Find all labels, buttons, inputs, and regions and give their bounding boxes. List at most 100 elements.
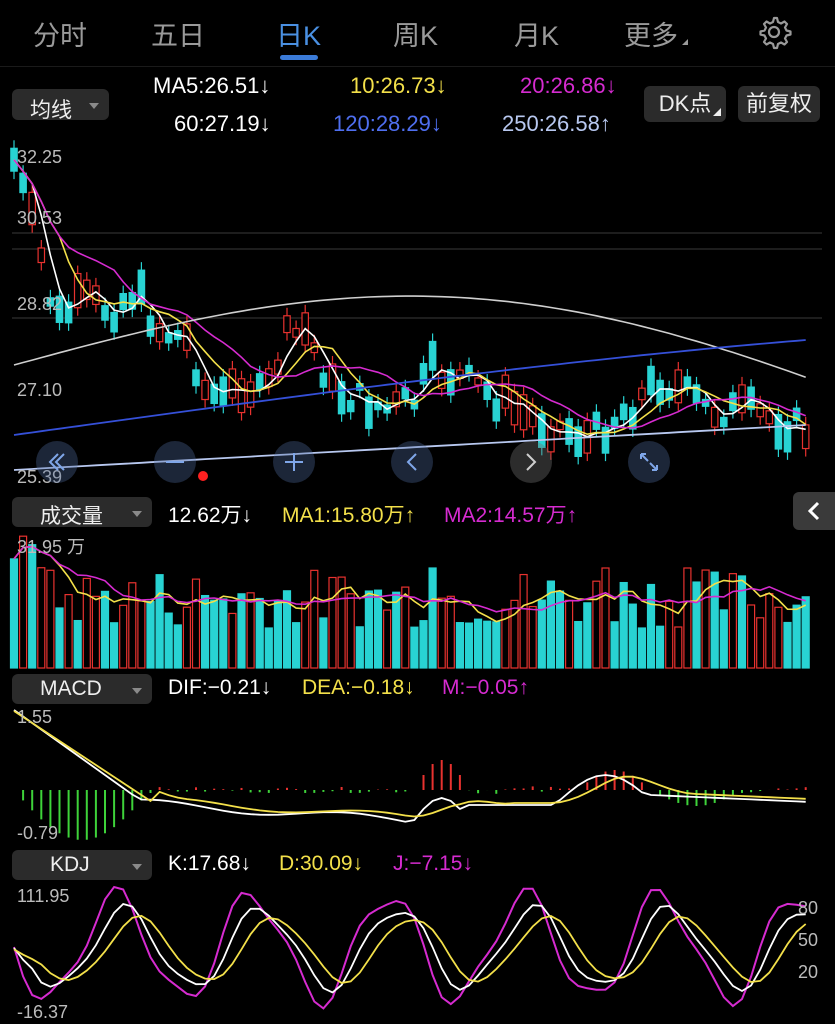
pan-left-icon[interactable] — [391, 441, 433, 483]
collapse-left-icon[interactable] — [793, 492, 835, 530]
price-axis-l3: 28.82 — [17, 294, 63, 314]
price-axis-l2: 30.53 — [17, 208, 63, 228]
chevron-down-icon — [89, 103, 99, 109]
pan-right-icon[interactable] — [510, 441, 552, 483]
candle-body — [765, 410, 774, 425]
volume-bar — [756, 617, 765, 669]
volume-bar — [510, 599, 519, 669]
candle-body — [255, 373, 264, 391]
zoom-out-icon[interactable] — [154, 441, 196, 483]
candle-body — [674, 369, 683, 404]
kline-chart[interactable] — [0, 140, 835, 490]
kdj-d: D:30.09↓ — [279, 852, 364, 875]
fullscreen-icon[interactable] — [628, 441, 670, 483]
volume-bar — [719, 609, 728, 669]
volume-bar — [774, 606, 783, 669]
candle-body — [492, 398, 501, 422]
tab-weekly-k[interactable]: 周K — [393, 14, 438, 53]
macd-dif: DIF:−0.21↓ — [168, 676, 272, 699]
zoom-in-icon[interactable] — [273, 441, 315, 483]
volume-bar — [665, 600, 674, 669]
kdj-ref-50: 50 — [798, 930, 819, 950]
gear-icon[interactable] — [756, 14, 792, 50]
candle-body — [619, 403, 628, 421]
volume-bar — [201, 594, 210, 669]
forward-adjust-button[interactable]: 前复权 — [738, 86, 820, 122]
volume-bar — [182, 606, 191, 669]
volume-selector-label: 成交量 — [40, 505, 103, 528]
macd-selector[interactable]: MACD — [12, 674, 152, 704]
price-axis-top: 32.25 — [17, 147, 63, 167]
volume-bar — [728, 573, 738, 669]
period-tabs: 分时 五日 日K 周K 月K 更多 — [0, 0, 835, 66]
macd-m: M:−0.05↑ — [442, 676, 529, 699]
indicator-dot — [198, 471, 208, 481]
volume-bar — [801, 596, 810, 669]
volume-bar — [255, 597, 264, 669]
volume-bar — [28, 544, 37, 669]
candle-body — [474, 377, 482, 386]
tab-intraday[interactable]: 分时 — [33, 14, 87, 53]
candle-body — [710, 406, 719, 428]
volume-bar — [346, 593, 355, 669]
ma5-value: MA5:26.51↓ — [153, 73, 271, 98]
volume-bar — [210, 599, 219, 669]
volume-bar — [710, 571, 719, 669]
volume-bar — [464, 622, 474, 669]
volume-bar — [46, 569, 55, 669]
volume-bar — [128, 582, 137, 669]
volume-bar — [483, 620, 492, 669]
volume-bar — [628, 603, 637, 669]
volume-bar — [410, 626, 419, 669]
tab-more[interactable]: 更多 — [624, 14, 688, 53]
volume-bar — [574, 620, 583, 669]
macd-dea: DEA:−0.18↓ — [302, 676, 415, 699]
candle-body — [756, 403, 765, 418]
volume-bar — [100, 590, 110, 669]
volume-bar — [492, 621, 501, 669]
volume-bar — [292, 622, 301, 669]
volume-bar — [701, 569, 710, 669]
zoom-out-left-icon[interactable] — [36, 441, 78, 483]
tab-daily-k[interactable]: 日K — [276, 14, 321, 53]
volume-chart[interactable] — [0, 530, 835, 670]
volume-bar — [319, 617, 328, 669]
candle-body — [92, 285, 100, 306]
candle-body — [510, 391, 519, 426]
chevron-down-icon — [132, 511, 142, 517]
volume-bar — [264, 627, 273, 669]
ma-selector[interactable]: 均线 — [12, 89, 109, 122]
volume-bar — [455, 622, 464, 669]
forward-adjust-label: 前复权 — [745, 91, 812, 116]
kdj-ref-20: 20 — [798, 962, 819, 982]
kdj-selector[interactable]: KDJ — [12, 850, 152, 880]
kdj-j-line — [13, 885, 806, 1010]
candle-body — [683, 376, 692, 389]
volume-bar — [564, 599, 574, 669]
ma120-value: 120:28.29↓ — [333, 111, 442, 136]
volume-current: 12.62万↓ — [168, 504, 253, 527]
volume-bar — [474, 618, 483, 669]
volume-bar — [383, 609, 392, 669]
volume-selector[interactable]: 成交量 — [12, 497, 152, 528]
volume-bar — [519, 573, 528, 669]
tab-five-day[interactable]: 五日 — [151, 14, 205, 53]
volume-bar — [310, 569, 319, 669]
macd-chart[interactable] — [0, 705, 835, 845]
volume-bar — [37, 567, 46, 669]
volume-bar — [9, 558, 19, 669]
candle-body — [64, 301, 73, 324]
candle-body — [638, 387, 646, 401]
kdj-chart[interactable] — [0, 882, 835, 1024]
dk-point-button[interactable]: DK点 — [644, 86, 726, 122]
volume-bar — [119, 604, 128, 669]
tab-monthly-k[interactable]: 月K — [514, 14, 559, 53]
ma250-value: 250:26.58↑ — [502, 111, 611, 136]
ma20-value: 20:26.86↓ — [520, 73, 617, 98]
volume-bar — [746, 604, 756, 669]
volume-bar — [373, 589, 383, 669]
volume-bar — [683, 567, 692, 669]
candle-body — [146, 315, 155, 337]
price-axis-l4: 27.10 — [17, 380, 63, 400]
volume-bar — [692, 581, 701, 669]
